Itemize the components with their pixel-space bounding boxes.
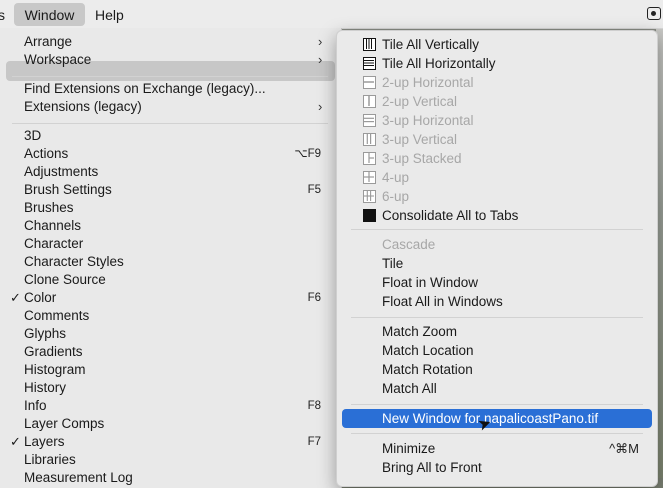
submenu-item-match-zoom[interactable]: Match Zoom: [337, 322, 657, 341]
shortcut-label: F7: [307, 436, 321, 448]
submenu-item-tile-all-horizontally[interactable]: Tile All Horizontally: [337, 54, 657, 73]
arrange-submenu: Tile All Vertically Tile All Horizontall…: [336, 30, 658, 487]
menu-item-layer-comps[interactable]: Layer Comps: [0, 415, 321, 433]
menu-separator: [351, 317, 643, 318]
submenu-item-3up-vertical[interactable]: 3-up Vertical: [337, 130, 657, 149]
two-up-horizontal-icon: [363, 76, 376, 89]
shortcut-label: F6: [307, 292, 321, 304]
submenu-item-float-in-window[interactable]: Float in Window: [337, 273, 657, 292]
menu-item-clone-source[interactable]: Clone Source: [0, 271, 321, 289]
shortcut-label: F8: [307, 400, 321, 412]
window-menu: Arrange › Workspace › Find Extensions on…: [0, 28, 342, 488]
submenu-item-2up-vertical[interactable]: 2-up Vertical: [337, 92, 657, 111]
submenu-item-minimize[interactable]: Minimize ^⌘M: [337, 439, 657, 458]
menu-separator: [12, 76, 328, 77]
submenu-item-cascade[interactable]: Cascade: [337, 235, 657, 254]
menu-item-extensions-legacy[interactable]: Extensions (legacy) ›: [0, 98, 335, 116]
menu-item-color[interactable]: ✓ Color F6: [0, 289, 321, 307]
menu-item-history[interactable]: History: [0, 379, 321, 397]
menu-item-adjustments[interactable]: Adjustments: [0, 163, 321, 181]
three-up-vertical-icon: [363, 133, 376, 146]
menu-item-channels[interactable]: Channels: [0, 217, 321, 235]
submenu-item-match-all[interactable]: Match All: [337, 379, 657, 398]
submenu-item-consolidate-all-to-tabs[interactable]: Consolidate All to Tabs: [337, 206, 657, 225]
shortcut-label: ⌥F9: [294, 148, 321, 160]
submenu-item-match-rotation[interactable]: Match Rotation: [337, 360, 657, 379]
three-up-stacked-icon: [363, 152, 376, 165]
submenu-item-3up-horizontal[interactable]: 3-up Horizontal: [337, 111, 657, 130]
menu-item-actions[interactable]: Actions ⌥F9: [0, 145, 321, 163]
submenu-item-2up-horizontal[interactable]: 2-up Horizontal: [337, 73, 657, 92]
menu-item-character-styles[interactable]: Character Styles: [0, 253, 321, 271]
three-up-horizontal-icon: [363, 114, 376, 127]
consolidate-tabs-icon: [363, 209, 376, 222]
menu-item-workspace[interactable]: Workspace ›: [0, 51, 335, 69]
tile-vertical-icon: [363, 38, 376, 51]
submenu-item-3up-stacked[interactable]: 3-up Stacked: [337, 149, 657, 168]
chevron-right-icon: ›: [318, 52, 323, 67]
menu-item-3d[interactable]: 3D: [0, 127, 321, 145]
submenu-item-tile-all-vertically[interactable]: Tile All Vertically: [337, 35, 657, 54]
menu-separator: [12, 123, 328, 124]
menu-separator: [351, 404, 643, 405]
submenu-item-tile[interactable]: Tile: [337, 254, 657, 273]
menu-item-character[interactable]: Character: [0, 235, 321, 253]
checkmark-icon: ✓: [10, 290, 21, 305]
submenu-item-4up[interactable]: 4-up: [337, 168, 657, 187]
two-up-vertical-icon: [363, 95, 376, 108]
menu-item-brushes[interactable]: Brushes: [0, 199, 321, 217]
menu-item-libraries[interactable]: Libraries: [0, 451, 321, 469]
menu-item-layers[interactable]: ✓ Layers F7: [0, 433, 321, 451]
menu-item-info[interactable]: Info F8: [0, 397, 321, 415]
submenu-item-match-location[interactable]: Match Location: [337, 341, 657, 360]
menu-item-glyphs[interactable]: Glyphs: [0, 325, 321, 343]
shortcut-label: ^⌘M: [609, 441, 639, 456]
submenu-item-bring-all-to-front[interactable]: Bring All to Front: [337, 458, 657, 477]
chevron-right-icon: ›: [318, 34, 323, 49]
menu-item-find-extensions[interactable]: Find Extensions on Exchange (legacy)...: [0, 80, 335, 98]
four-up-icon: [363, 171, 376, 184]
checkmark-icon: ✓: [10, 434, 21, 449]
six-up-icon: [363, 190, 376, 203]
screen-record-icon[interactable]: [647, 7, 661, 20]
submenu-item-new-window[interactable]: New Window for napalicoastPano.tif: [337, 409, 657, 428]
chevron-right-icon: ›: [318, 99, 323, 114]
menubar-item-window[interactable]: Window: [14, 3, 85, 26]
tile-horizontal-icon: [363, 57, 376, 70]
menu-item-arrange[interactable]: Arrange ›: [0, 33, 335, 51]
menu-item-measurement-log[interactable]: Measurement Log: [0, 469, 321, 487]
menu-separator: [351, 229, 643, 230]
menu-separator: [351, 433, 643, 434]
submenu-item-6up[interactable]: 6-up: [337, 187, 657, 206]
submenu-item-float-all-in-windows[interactable]: Float All in Windows: [337, 292, 657, 311]
menu-item-histogram[interactable]: Histogram: [0, 361, 321, 379]
menu-item-brush-settings[interactable]: Brush Settings F5: [0, 181, 321, 199]
menu-item-comments[interactable]: Comments: [0, 307, 321, 325]
menubar-item-partial[interactable]: s: [0, 0, 8, 28]
menubar-item-help[interactable]: Help: [95, 0, 124, 28]
menu-item-gradients[interactable]: Gradients: [0, 343, 321, 361]
menu-bar: s Window Help: [0, 0, 663, 29]
shortcut-label: F5: [307, 184, 321, 196]
